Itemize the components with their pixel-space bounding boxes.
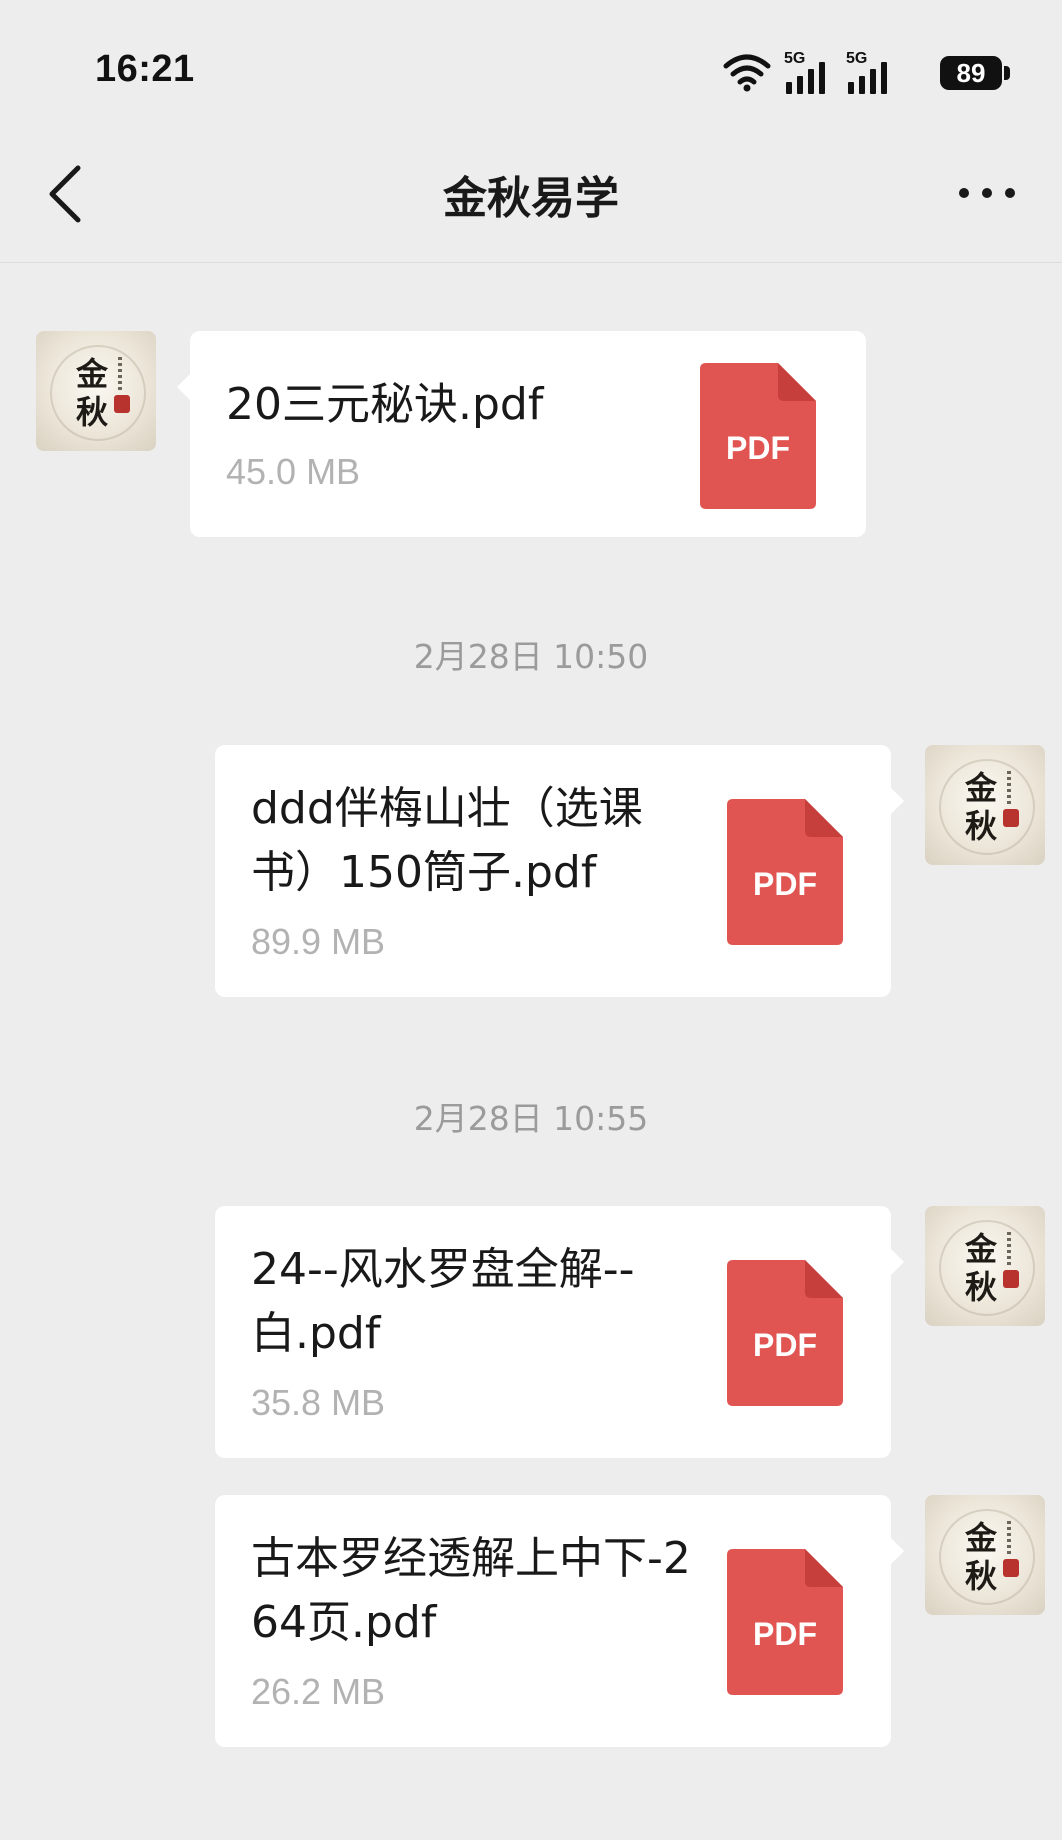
avatar-decoration: [1007, 771, 1011, 805]
avatar[interactable]: 金 秋: [36, 331, 156, 451]
avatar-char: 秋: [76, 393, 109, 431]
status-time: 16:21: [95, 48, 195, 90]
signal-icon: [786, 62, 825, 94]
file-size: 45.0 MB: [226, 451, 361, 492]
pdf-file-icon: PDF: [727, 1260, 843, 1406]
file-name: ddd伴梅山壮（选课书）150筒子.pdf: [251, 783, 643, 898]
chat-title: 金秋易学: [443, 173, 619, 224]
pdf-label: PDF: [753, 1616, 817, 1652]
avatar-decoration: [1007, 1521, 1011, 1555]
avatar[interactable]: 金 秋: [925, 745, 1045, 865]
file-message[interactable]: 24--风水罗盘全解--白.pdf 35.8 MB PDF: [215, 1206, 904, 1458]
timestamp: 2月28日 10:55: [413, 1099, 649, 1138]
avatar-char: 秋: [965, 1268, 998, 1306]
file-name: 20三元秘诀.pdf: [226, 379, 544, 430]
bubble-tail: [177, 373, 191, 401]
avatar-seal: [1003, 1559, 1019, 1577]
more-button[interactable]: [952, 170, 1022, 216]
avatar-decoration: [118, 357, 122, 391]
pdf-label: PDF: [753, 1327, 817, 1363]
signal-icon: [848, 62, 887, 94]
avatar[interactable]: 金 秋: [925, 1495, 1045, 1615]
file-name: 24--风水罗盘全解--白.pdf: [251, 1244, 635, 1359]
pdf-label: PDF: [726, 430, 790, 466]
file-name: 古本罗经透解上中下-264页.pdf: [251, 1533, 691, 1648]
pdf-file-icon: PDF: [727, 1549, 843, 1695]
nav-bar: 金秋易学: [0, 130, 1062, 263]
avatar-seal: [114, 395, 130, 413]
battery-icon: 89: [940, 56, 1002, 90]
avatar-decoration: [1007, 1232, 1011, 1266]
file-size: 26.2 MB: [251, 1671, 386, 1712]
bubble-tail: [890, 787, 904, 815]
wifi-icon: [723, 54, 771, 92]
file-size: 89.9 MB: [251, 921, 386, 962]
avatar-char: 秋: [965, 1557, 998, 1595]
file-message[interactable]: 古本罗经透解上中下-264页.pdf 26.2 MB PDF: [215, 1495, 904, 1747]
file-message[interactable]: ddd伴梅山壮（选课书）150筒子.pdf 89.9 MB PDF: [215, 745, 904, 997]
pdf-label: PDF: [753, 866, 817, 902]
file-message[interactable]: 20三元秘诀.pdf 45.0 MB PDF: [177, 331, 866, 537]
avatar-seal: [1003, 809, 1019, 827]
file-size: 35.8 MB: [251, 1382, 386, 1423]
avatar[interactable]: 金 秋: [925, 1206, 1045, 1326]
bubble-tail: [890, 1248, 904, 1276]
status-bar: 16:21 5G 5G 89: [0, 0, 1062, 130]
bubble-tail: [890, 1537, 904, 1565]
battery-tip: [1004, 66, 1010, 80]
pdf-file-icon: PDF: [727, 799, 843, 945]
timestamp: 2月28日 10:50: [413, 637, 649, 676]
pdf-file-icon: PDF: [700, 363, 816, 509]
avatar-seal: [1003, 1270, 1019, 1288]
avatar-char: 秋: [965, 807, 998, 845]
more-dots-icon: [959, 188, 1015, 198]
